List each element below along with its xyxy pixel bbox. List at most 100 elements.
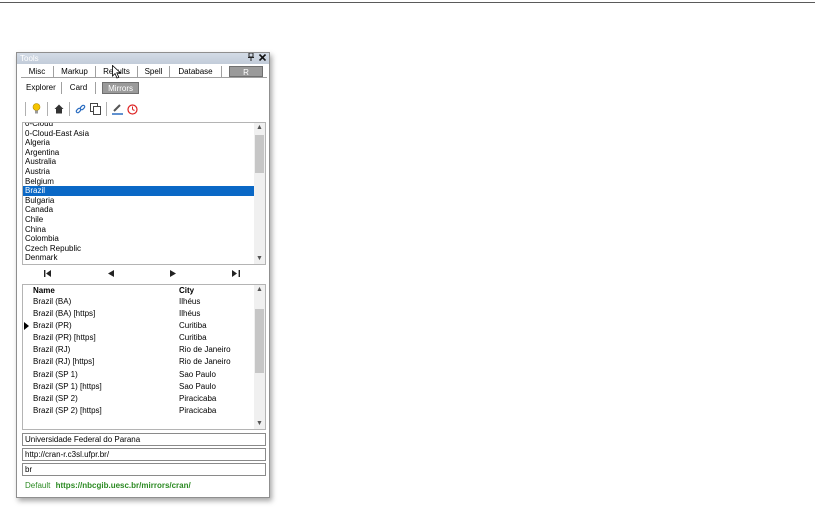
link-icon[interactable]: [74, 102, 87, 116]
country-list-item[interactable]: Argentina: [23, 148, 265, 158]
nav-next-button[interactable]: [170, 269, 176, 281]
tab-mirrors[interactable]: Mirrors: [102, 82, 140, 94]
default-mirror-label: Default: [25, 481, 51, 490]
table-row[interactable]: Brazil (BA) [https] Ilhéus: [23, 308, 265, 320]
cell-name: Brazil (PR): [33, 321, 72, 331]
close-icon[interactable]: [258, 53, 267, 64]
cell-city: Curitiba: [179, 321, 207, 331]
lightbulb-icon[interactable]: [30, 102, 43, 116]
window-top-border: [0, 0, 815, 3]
record-navigator: [22, 269, 266, 281]
panel-title: Tools: [20, 54, 39, 63]
cell-name: Brazil (SP 2) [https]: [33, 405, 102, 415]
cell-name: Brazil (SP 1) [https]: [33, 381, 102, 391]
mirror-host-field[interactable]: Universidade Federal do Parana: [22, 433, 266, 446]
tab-misc[interactable]: Misc: [21, 66, 54, 77]
default-mirror-url[interactable]: https://nbcgib.uesc.br/mirrors/cran/: [56, 481, 191, 490]
cell-name: Brazil (RJ) [https]: [33, 357, 95, 367]
home-icon[interactable]: [52, 102, 65, 116]
country-list-item[interactable]: 0-Cloud: [23, 123, 265, 129]
scroll-down-icon[interactable]: ▼: [254, 254, 265, 264]
cell-city: Rio de Janeiro: [179, 345, 231, 355]
cell-name: Brazil (BA) [https]: [33, 309, 96, 319]
country-list-item[interactable]: China: [23, 225, 265, 235]
scroll-up-icon[interactable]: ▲: [254, 123, 265, 133]
mirrors-toolbar: [23, 101, 141, 117]
mirror-code-field[interactable]: br: [22, 463, 266, 476]
table-row[interactable]: Brazil (RJ) Rio de Janeiro: [23, 344, 265, 356]
table-row[interactable]: Brazil (PR) [https] Curitiba: [23, 332, 265, 344]
main-tab-strip: Misc Markup Results Spell Database R: [21, 66, 267, 78]
column-header-city[interactable]: City: [179, 285, 194, 296]
cell-name: Brazil (PR) [https]: [33, 333, 96, 343]
nav-first-button[interactable]: [44, 269, 52, 281]
nav-prev-button[interactable]: [108, 269, 114, 281]
country-list-item[interactable]: Canada: [23, 205, 265, 215]
country-list-item[interactable]: Czech Republic: [23, 244, 265, 254]
toolbar-separator: [106, 102, 107, 116]
nav-last-button[interactable]: [232, 269, 240, 281]
tab-explorer[interactable]: Explorer: [21, 82, 62, 94]
table-row[interactable]: Brazil (PR) Curitiba: [23, 320, 265, 332]
country-list-scrollbar[interactable]: ▲ ▼: [254, 123, 265, 264]
mirrors-grid[interactable]: Name City Brazil (BA) Ilhéus Brazil (BA) […: [22, 284, 266, 430]
cell-city: Sao Paulo: [179, 381, 216, 391]
cell-name: Brazil (SP 2): [33, 393, 78, 403]
tab-markup[interactable]: Markup: [54, 66, 96, 77]
tab-spell[interactable]: Spell: [138, 66, 170, 77]
edit-pen-icon[interactable]: [111, 102, 124, 116]
country-list-item[interactable]: Algeria: [23, 138, 265, 148]
sub-tab-strip: Explorer Card Mirrors: [21, 82, 140, 94]
tab-card[interactable]: Card: [62, 82, 97, 94]
table-row[interactable]: Brazil (RJ) [https] Rio de Janeiro: [23, 356, 265, 368]
table-row[interactable]: Brazil (SP 2) Piracicaba: [23, 393, 265, 405]
current-row-arrow-icon: [24, 322, 29, 331]
mouse-cursor-icon: [112, 64, 122, 79]
cell-city: Ilhéus: [179, 297, 201, 306]
country-list-item[interactable]: Australia: [23, 157, 265, 167]
grid-rows: Brazil (BA) Ilhéus Brazil (BA) [https] Ilhé…: [23, 296, 265, 417]
country-list-item[interactable]: Colombia: [23, 234, 265, 244]
mirror-url-field[interactable]: http://cran-r.c3sl.ufpr.br/: [22, 448, 266, 461]
country-list-item[interactable]: Chile: [23, 215, 265, 225]
cell-name: Brazil (SP 1): [33, 369, 78, 379]
country-list-item[interactable]: Brazil: [23, 186, 265, 196]
country-list-item[interactable]: Austria: [23, 167, 265, 177]
scroll-up-icon[interactable]: ▲: [254, 285, 265, 295]
tab-r[interactable]: R: [229, 66, 263, 77]
country-list-item[interactable]: Bulgaria: [23, 196, 265, 206]
scroll-thumb[interactable]: [255, 309, 264, 373]
tools-panel: Tools Misc Markup Results Spell Database…: [16, 52, 270, 498]
cell-city: Piracicaba: [179, 405, 217, 415]
scroll-thumb[interactable]: [255, 135, 264, 173]
table-row[interactable]: Brazil (BA) Ilhéus: [23, 296, 265, 308]
tab-database[interactable]: Database: [170, 66, 222, 77]
country-list-item[interactable]: Denmark: [23, 253, 265, 263]
table-row[interactable]: Brazil (SP 1) Sao Paulo: [23, 369, 265, 381]
default-mirror: Default https://nbcgib.uesc.br/mirrors/c…: [25, 481, 191, 490]
grid-header: Name City: [23, 285, 265, 296]
titlebar-icons: [248, 52, 267, 64]
country-list-item[interactable]: Belgium: [23, 177, 265, 187]
row-indicator: [24, 320, 32, 332]
country-list-item[interactable]: 0-Cloud-East Asia: [23, 129, 265, 139]
cell-name: Brazil (RJ): [33, 345, 71, 355]
toolbar-separator: [25, 102, 26, 116]
copy-icon[interactable]: [89, 102, 102, 116]
cell-city: Sao Paulo: [179, 369, 216, 379]
toolbar-separator: [47, 102, 48, 116]
country-items: 0-Cloud 0-Cloud-East Asia Algeria Argentina…: [23, 123, 265, 263]
pin-icon[interactable]: [248, 52, 254, 64]
cell-city: Ilhéus: [179, 309, 201, 319]
toolbar-separator: [69, 102, 70, 116]
history-clock-icon[interactable]: [126, 102, 139, 116]
column-header-name[interactable]: Name: [33, 285, 55, 296]
grid-scrollbar[interactable]: ▲ ▼: [254, 285, 265, 429]
cell-city: Piracicaba: [179, 393, 217, 403]
cell-city: Rio de Janeiro: [179, 357, 231, 367]
scroll-down-icon[interactable]: ▼: [254, 419, 265, 429]
table-row[interactable]: Brazil (SP 2) [https] Piracicaba: [23, 405, 265, 417]
country-list[interactable]: 0-Cloud 0-Cloud-East Asia Algeria Argentina…: [22, 122, 266, 265]
table-row[interactable]: Brazil (SP 1) [https] Sao Paulo: [23, 381, 265, 393]
panel-titlebar[interactable]: Tools: [17, 52, 269, 64]
